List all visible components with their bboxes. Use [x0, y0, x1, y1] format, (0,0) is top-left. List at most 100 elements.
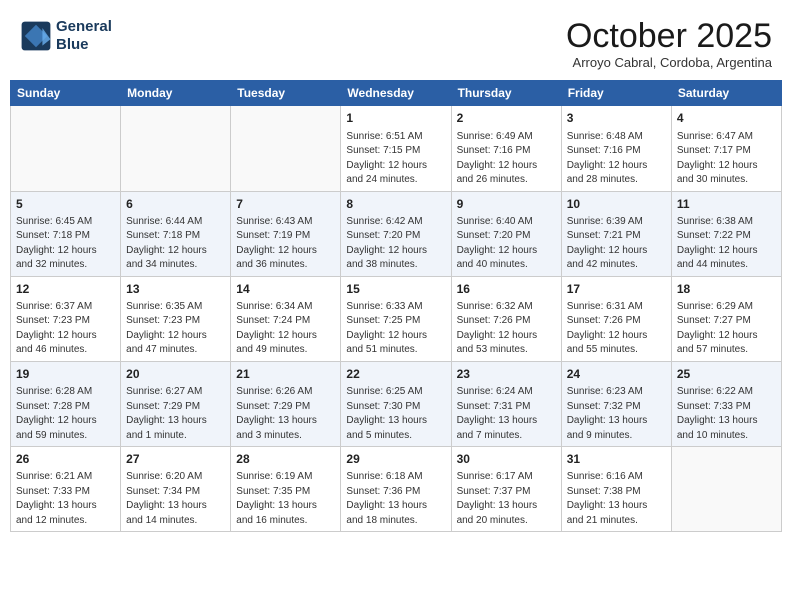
- day-number: 22: [346, 366, 445, 382]
- day-info: Sunrise: 6:37 AMSunset: 7:23 PMDaylight:…: [16, 301, 97, 356]
- day-number: 31: [567, 451, 666, 467]
- day-info: Sunrise: 6:34 AMSunset: 7:24 PMDaylight:…: [236, 301, 317, 356]
- day-info: Sunrise: 6:19 AMSunset: 7:35 PMDaylight:…: [236, 471, 317, 526]
- day-info: Sunrise: 6:20 AMSunset: 7:34 PMDaylight:…: [126, 471, 207, 526]
- week-row-4: 19 Sunrise: 6:28 AMSunset: 7:28 PMDayligh…: [11, 361, 782, 446]
- calendar-cell: 12 Sunrise: 6:37 AMSunset: 7:23 PMDayligh…: [11, 276, 121, 361]
- logo-text: General Blue: [56, 18, 112, 54]
- calendar-cell: 9Sunrise: 6:40 AMSunset: 7:20 PMDaylight…: [451, 191, 561, 276]
- day-info: Sunrise: 6:26 AMSunset: 7:29 PMDaylight:…: [236, 386, 317, 441]
- week-row-5: 26 Sunrise: 6:21 AMSunset: 7:33 PMDayligh…: [11, 447, 782, 532]
- day-info: Sunrise: 6:28 AMSunset: 7:28 PMDaylight:…: [16, 386, 97, 441]
- calendar-cell: 31 Sunrise: 6:16 AMSunset: 7:38 PMDayligh…: [561, 447, 671, 532]
- calendar-cell: 7Sunrise: 6:43 AMSunset: 7:19 PMDaylight…: [231, 191, 341, 276]
- day-info: Sunrise: 6:24 AMSunset: 7:31 PMDaylight:…: [457, 386, 538, 441]
- day-number: 24: [567, 366, 666, 382]
- day-number: 20: [126, 366, 225, 382]
- day-info: Sunrise: 6:25 AMSunset: 7:30 PMDaylight:…: [346, 386, 427, 441]
- day-number: 8: [346, 196, 445, 212]
- location-subtitle: Arroyo Cabral, Cordoba, Argentina: [566, 55, 772, 70]
- day-info: Sunrise: 6:32 AMSunset: 7:26 PMDaylight:…: [457, 301, 538, 356]
- day-number: 28: [236, 451, 335, 467]
- day-number: 10: [567, 196, 666, 212]
- weekday-header-thursday: Thursday: [451, 81, 561, 106]
- day-number: 1: [346, 110, 445, 126]
- day-number: 13: [126, 281, 225, 297]
- day-info: Sunrise: 6:27 AMSunset: 7:29 PMDaylight:…: [126, 386, 207, 441]
- calendar-cell: 2Sunrise: 6:49 AMSunset: 7:16 PMDaylight…: [451, 106, 561, 191]
- day-info: Sunrise: 6:38 AMSunset: 7:22 PMDaylight:…: [677, 216, 758, 271]
- day-number: 6: [126, 196, 225, 212]
- day-number: 11: [677, 196, 776, 212]
- calendar-cell: 1Sunrise: 6:51 AMSunset: 7:15 PMDaylight…: [341, 106, 451, 191]
- calendar-cell: 13Sunrise: 6:35 AMSunset: 7:23 PMDayligh…: [121, 276, 231, 361]
- day-info: Sunrise: 6:23 AMSunset: 7:32 PMDaylight:…: [567, 386, 648, 441]
- day-number: 17: [567, 281, 666, 297]
- day-info: Sunrise: 6:48 AMSunset: 7:16 PMDaylight:…: [567, 131, 648, 186]
- calendar-cell: 4 Sunrise: 6:47 AMSunset: 7:17 PMDaylight…: [671, 106, 781, 191]
- calendar-cell: 5Sunrise: 6:45 AMSunset: 7:18 PMDaylight…: [11, 191, 121, 276]
- day-number: 19: [16, 366, 115, 382]
- day-number: 4: [677, 110, 776, 126]
- calendar-table: SundayMondayTuesdayWednesdayThursdayFrid…: [10, 80, 782, 532]
- calendar-cell: [11, 106, 121, 191]
- weekday-header-saturday: Saturday: [671, 81, 781, 106]
- month-title: October 2025: [566, 18, 772, 55]
- day-number: 3: [567, 110, 666, 126]
- calendar-cell: 19 Sunrise: 6:28 AMSunset: 7:28 PMDayligh…: [11, 361, 121, 446]
- calendar-cell: 23 Sunrise: 6:24 AMSunset: 7:31 PMDayligh…: [451, 361, 561, 446]
- day-info: Sunrise: 6:33 AMSunset: 7:25 PMDaylight:…: [346, 301, 427, 356]
- day-info: Sunrise: 6:47 AMSunset: 7:17 PMDaylight:…: [677, 131, 758, 186]
- calendar-cell: [121, 106, 231, 191]
- day-number: 30: [457, 451, 556, 467]
- day-number: 25: [677, 366, 776, 382]
- day-info: Sunrise: 6:42 AMSunset: 7:20 PMDaylight:…: [346, 216, 427, 271]
- calendar-cell: [671, 447, 781, 532]
- calendar-cell: 3 Sunrise: 6:48 AMSunset: 7:16 PMDaylight…: [561, 106, 671, 191]
- day-number: 12: [16, 281, 115, 297]
- day-info: Sunrise: 6:22 AMSunset: 7:33 PMDaylight:…: [677, 386, 758, 441]
- weekday-header-friday: Friday: [561, 81, 671, 106]
- day-number: 16: [457, 281, 556, 297]
- day-info: Sunrise: 6:43 AMSunset: 7:19 PMDaylight:…: [236, 216, 317, 271]
- calendar-cell: 21 Sunrise: 6:26 AMSunset: 7:29 PMDayligh…: [231, 361, 341, 446]
- calendar-cell: 18Sunrise: 6:29 AMSunset: 7:27 PMDayligh…: [671, 276, 781, 361]
- day-number: 23: [457, 366, 556, 382]
- calendar-cell: 28 Sunrise: 6:19 AMSunset: 7:35 PMDayligh…: [231, 447, 341, 532]
- calendar-cell: 10 Sunrise: 6:39 AMSunset: 7:21 PMDayligh…: [561, 191, 671, 276]
- day-number: 14: [236, 281, 335, 297]
- day-number: 27: [126, 451, 225, 467]
- day-info: Sunrise: 6:49 AMSunset: 7:16 PMDaylight:…: [457, 131, 538, 186]
- weekday-header-sunday: Sunday: [11, 81, 121, 106]
- calendar-cell: 29Sunrise: 6:18 AMSunset: 7:36 PMDayligh…: [341, 447, 451, 532]
- day-number: 21: [236, 366, 335, 382]
- page-header: General Blue October 2025 Arroyo Cabral,…: [10, 10, 782, 74]
- day-number: 26: [16, 451, 115, 467]
- day-info: Sunrise: 6:18 AMSunset: 7:36 PMDaylight:…: [346, 471, 427, 526]
- calendar-cell: 20 Sunrise: 6:27 AMSunset: 7:29 PMDayligh…: [121, 361, 231, 446]
- calendar-cell: 11 Sunrise: 6:38 AMSunset: 7:22 PMDayligh…: [671, 191, 781, 276]
- week-row-1: 1Sunrise: 6:51 AMSunset: 7:15 PMDaylight…: [11, 106, 782, 191]
- calendar-cell: 30Sunrise: 6:17 AMSunset: 7:37 PMDayligh…: [451, 447, 561, 532]
- calendar-cell: 16 Sunrise: 6:32 AMSunset: 7:26 PMDayligh…: [451, 276, 561, 361]
- day-info: Sunrise: 6:21 AMSunset: 7:33 PMDaylight:…: [16, 471, 97, 526]
- calendar-cell: 27 Sunrise: 6:20 AMSunset: 7:34 PMDayligh…: [121, 447, 231, 532]
- weekday-header-wednesday: Wednesday: [341, 81, 451, 106]
- calendar-cell: 24 Sunrise: 6:23 AMSunset: 7:32 PMDayligh…: [561, 361, 671, 446]
- day-number: 5: [16, 196, 115, 212]
- title-area: October 2025 Arroyo Cabral, Cordoba, Arg…: [566, 18, 772, 70]
- calendar-cell: 14 Sunrise: 6:34 AMSunset: 7:24 PMDayligh…: [231, 276, 341, 361]
- calendar-cell: 6 Sunrise: 6:44 AMSunset: 7:18 PMDaylight…: [121, 191, 231, 276]
- day-info: Sunrise: 6:16 AMSunset: 7:38 PMDaylight:…: [567, 471, 648, 526]
- week-row-2: 5Sunrise: 6:45 AMSunset: 7:18 PMDaylight…: [11, 191, 782, 276]
- day-info: Sunrise: 6:44 AMSunset: 7:18 PMDaylight:…: [126, 216, 207, 271]
- day-info: Sunrise: 6:29 AMSunset: 7:27 PMDaylight:…: [677, 301, 758, 356]
- logo: General Blue: [20, 18, 112, 54]
- calendar-cell: [231, 106, 341, 191]
- day-info: Sunrise: 6:39 AMSunset: 7:21 PMDaylight:…: [567, 216, 648, 271]
- week-row-3: 12 Sunrise: 6:37 AMSunset: 7:23 PMDayligh…: [11, 276, 782, 361]
- logo-icon: [20, 20, 52, 52]
- calendar-cell: 17Sunrise: 6:31 AMSunset: 7:26 PMDayligh…: [561, 276, 671, 361]
- day-info: Sunrise: 6:40 AMSunset: 7:20 PMDaylight:…: [457, 216, 538, 271]
- calendar-cell: 22 Sunrise: 6:25 AMSunset: 7:30 PMDayligh…: [341, 361, 451, 446]
